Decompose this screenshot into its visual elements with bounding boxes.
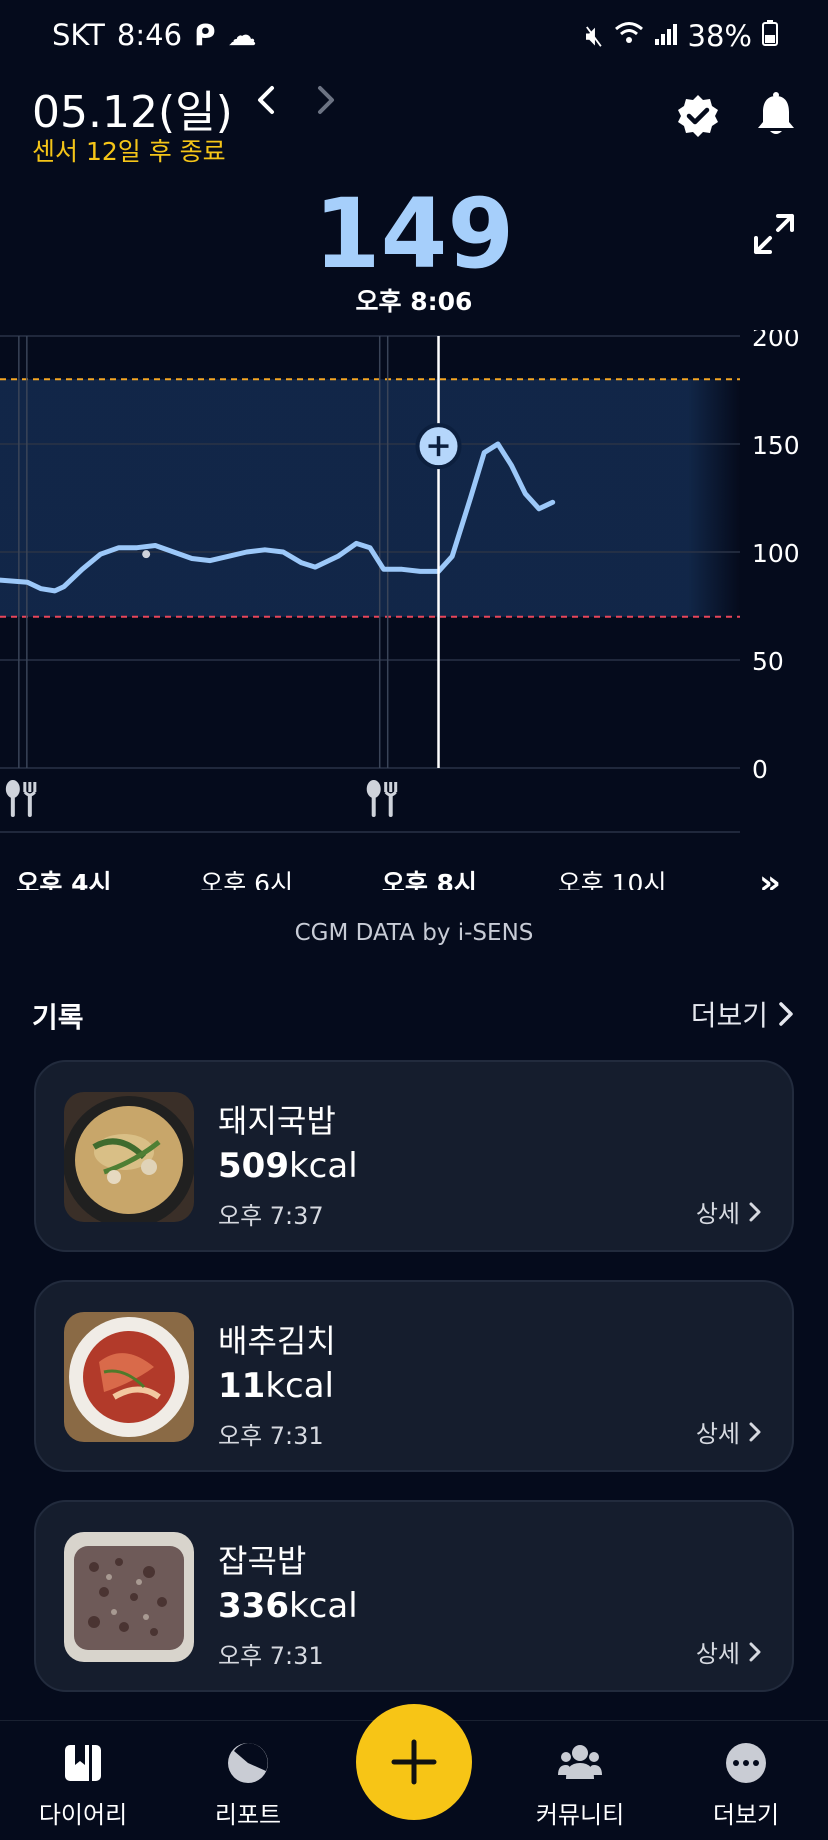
food-photo-pork-soup [64,1092,194,1222]
bell-icon[interactable] [752,90,800,138]
tab-community-label: 커뮤니티 [535,1801,625,1829]
chevron-right-icon [749,1202,761,1221]
glucose-chart[interactable]: 200 150 100 50 0 오후 4시 오후 6시 오후 8시 오후 10시 » [0,330,828,890]
record-detail-link[interactable]: 상세 [696,1194,762,1229]
tab-diary[interactable]: 다이어리 [13,1741,153,1830]
diary-icon [61,1741,105,1785]
record-name: 배추김치 [218,1322,336,1360]
carrier-label: SKT [52,18,105,52]
date-label[interactable]: 05.12(일) [32,76,233,140]
fork-spoon-icon[interactable] [5,780,37,817]
record-time: 오후 7:31 [218,1642,324,1670]
cloud-icon: ☁ [227,18,257,52]
record-card[interactable]: 배추김치 11kcal 오후 7:31 상세 [34,1280,794,1472]
verified-badge-icon[interactable] [674,92,722,140]
chevron-right-icon [318,86,334,114]
tab-report-label: 리포트 [214,1801,282,1829]
p-icon: ᑭ [194,18,216,52]
target-range-band [0,379,740,617]
fork-spoon-icon[interactable] [366,780,398,817]
record-kcal: 11kcal [218,1366,334,1406]
y-tick-label: 0 [752,755,768,784]
x-tick-label: 오후 8시 [382,869,477,890]
record-card[interactable]: 잡곡밥 336kcal 오후 7:31 상세 [34,1500,794,1692]
tab-community[interactable]: 커뮤니티 [510,1741,650,1830]
x-tick-label: 오후 10시 [558,869,667,890]
current-glucose-time: 오후 8:06 [355,287,473,316]
food-photo-multigrain-rice [64,1532,194,1662]
signal-icon [654,19,678,53]
plus-icon [391,1739,437,1785]
tab-more-label: 더보기 [712,1801,780,1829]
current-glucose-value: 149 [313,178,515,290]
tab-report[interactable]: 리포트 [178,1741,318,1830]
mute-icon: 🔇︎ [585,18,604,52]
chevron-left-icon [258,86,274,114]
x-tick-label: 오후 4시 [16,869,111,890]
y-tick-label: 200 [752,330,800,352]
wifi-icon [614,19,644,53]
status-bar: SKT 8:46 ᑭ ☁ 🔇︎ 38% [0,0,828,70]
battery-label: 38% [687,18,752,53]
expand-icon[interactable] [752,212,796,256]
x-tick-label: 오후 6시 [200,869,293,890]
food-photo-kimchi [64,1312,194,1442]
record-detail-link[interactable]: 상세 [696,1414,762,1449]
record-kcal: 336kcal [218,1586,358,1626]
add-record-button[interactable] [356,1704,472,1820]
record-name: 돼지국밥 [218,1102,336,1140]
tab-more[interactable]: 더보기 [676,1741,816,1830]
record-name: 잡곡밥 [218,1542,307,1580]
next-day-button[interactable] [308,80,344,120]
record-detail-link[interactable]: 상세 [696,1634,762,1669]
record-kcal: 509kcal [218,1146,358,1186]
status-right: 🔇︎ 38% [585,18,778,53]
prev-day-button[interactable] [248,80,284,120]
status-left: SKT 8:46 ᑭ ☁ [52,18,257,52]
chevron-right-icon [749,1422,761,1441]
scroll-forward-icon[interactable]: » [759,863,781,890]
chevron-right-icon [749,1642,761,1661]
record-time: 오후 7:37 [218,1202,324,1230]
battery-icon [762,19,778,53]
chevron-right-icon [779,1002,793,1026]
y-tick-label: 150 [752,431,800,460]
community-icon [558,1741,602,1785]
cgm-data-credit: CGM DATA by i-SENS [294,920,534,946]
records-more-label: 더보기 [690,999,768,1032]
clock-label: 8:46 [116,18,183,52]
data-point-dot [142,550,151,559]
records-title: 기록 [32,1001,84,1034]
sensor-expiry-notice: 센서 12일 후 종료 [32,137,226,166]
tab-diary-label: 다이어리 [38,1801,128,1829]
report-icon [226,1741,270,1785]
record-card[interactable]: 돼지국밥 509kcal 오후 7:37 상세 [34,1060,794,1252]
more-icon [724,1741,768,1785]
y-tick-label: 50 [752,647,784,676]
record-time: 오후 7:31 [218,1422,324,1450]
records-more-link[interactable]: 더보기 [691,994,794,1034]
y-tick-label: 100 [752,539,800,568]
